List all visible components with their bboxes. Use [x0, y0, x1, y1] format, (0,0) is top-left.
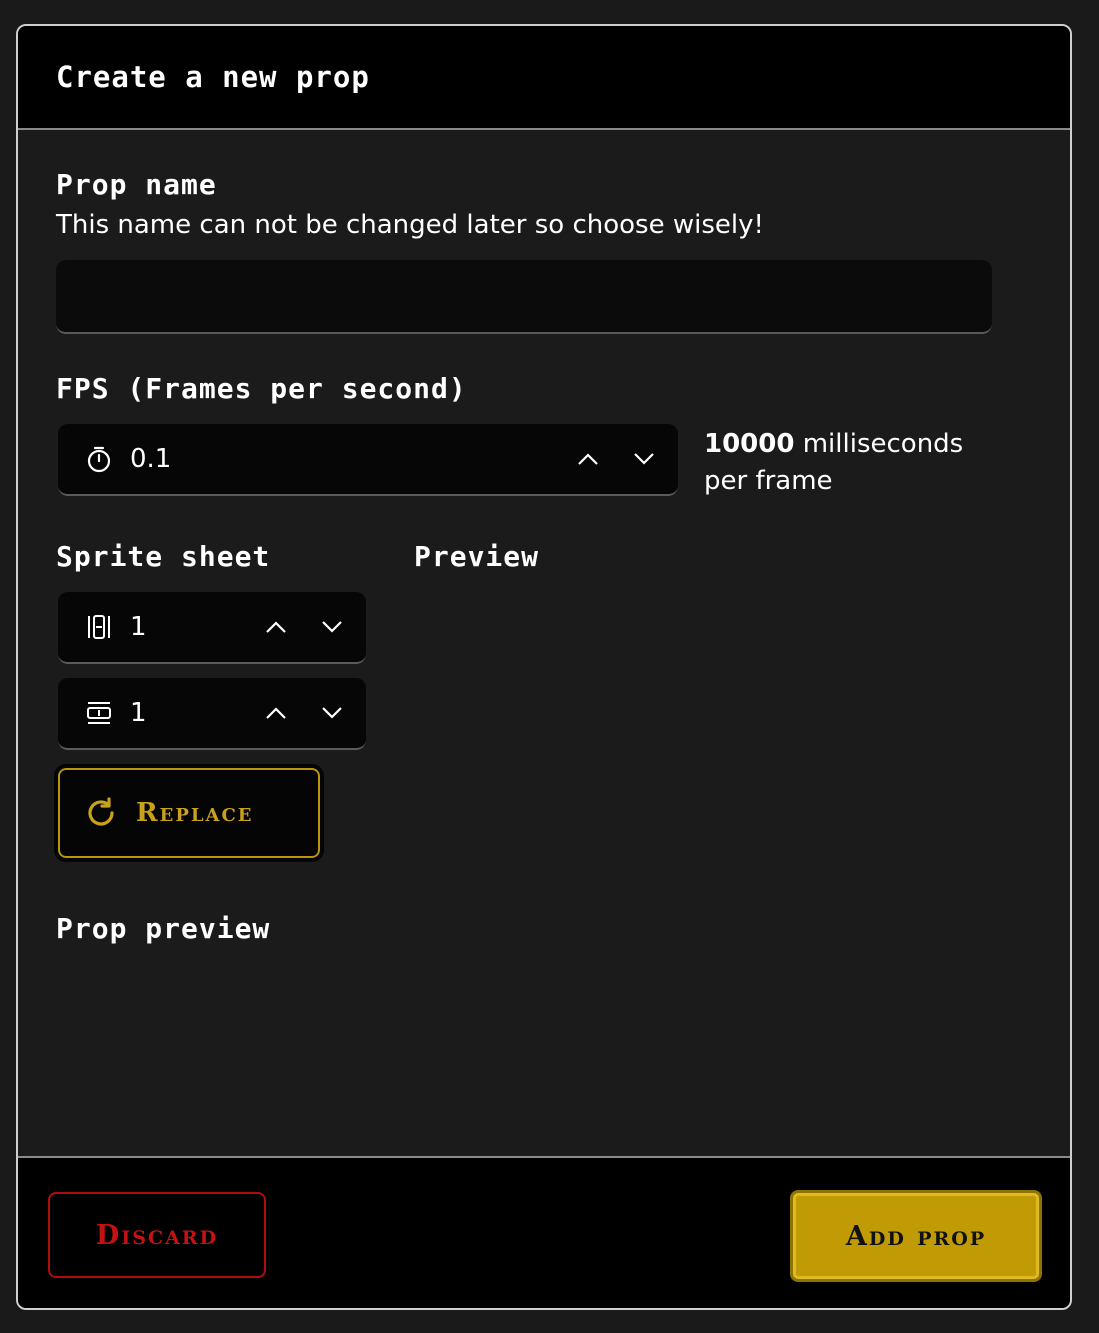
rows-value[interactable]: 1 — [130, 698, 248, 728]
fps-stepper[interactable]: 0.1 — [58, 424, 678, 496]
chevron-up-icon — [266, 621, 286, 633]
rows-increment-button[interactable] — [248, 678, 304, 748]
chevron-up-icon — [266, 707, 286, 719]
add-prop-button[interactable]: Add prop — [790, 1190, 1042, 1282]
preview-label: Preview — [414, 540, 540, 573]
create-prop-dialog: Create a new prop Prop name This name ca… — [16, 24, 1072, 1310]
prop-name-help-text: This name can not be changed later so ch… — [56, 210, 764, 240]
fps-value[interactable]: 0.1 — [130, 444, 560, 474]
refresh-icon — [84, 796, 118, 830]
columns-value[interactable]: 1 — [130, 612, 248, 642]
dialog-header: Create a new prop — [18, 26, 1070, 130]
add-prop-label: Add prop — [845, 1220, 987, 1252]
prop-name-label: Prop name — [56, 168, 217, 201]
prop-name-input[interactable] — [56, 260, 992, 334]
columns-icon — [84, 612, 114, 642]
chevron-up-icon — [578, 453, 598, 465]
ms-suffix-2: per frame — [704, 466, 833, 496]
dialog-title: Create a new prop — [56, 60, 370, 94]
prop-preview-label: Prop preview — [56, 912, 271, 945]
fps-label: FPS (Frames per second) — [56, 372, 467, 405]
columns-decrement-button[interactable] — [304, 592, 360, 662]
chevron-down-icon — [322, 621, 342, 633]
stopwatch-icon — [84, 444, 114, 474]
replace-label: Replace — [136, 798, 254, 828]
ms-per-frame-text: 10000 milliseconds per frame — [704, 426, 1004, 500]
chevron-down-icon — [634, 453, 654, 465]
ms-suffix: milliseconds — [802, 429, 964, 459]
ms-value: 10000 — [704, 429, 795, 459]
rows-stepper[interactable]: 1 — [58, 678, 366, 750]
rows-decrement-button[interactable] — [304, 678, 360, 748]
discard-button[interactable]: Discard — [48, 1192, 266, 1278]
replace-button[interactable]: Replace — [54, 764, 324, 862]
chevron-down-icon — [322, 707, 342, 719]
fps-increment-button[interactable] — [560, 424, 616, 494]
columns-increment-button[interactable] — [248, 592, 304, 662]
discard-label: Discard — [95, 1219, 219, 1251]
columns-stepper[interactable]: 1 — [58, 592, 366, 664]
dialog-footer: Discard Add prop — [18, 1156, 1070, 1308]
rows-icon — [84, 698, 114, 728]
sprite-sheet-label: Sprite sheet — [56, 540, 271, 573]
fps-decrement-button[interactable] — [616, 424, 672, 494]
